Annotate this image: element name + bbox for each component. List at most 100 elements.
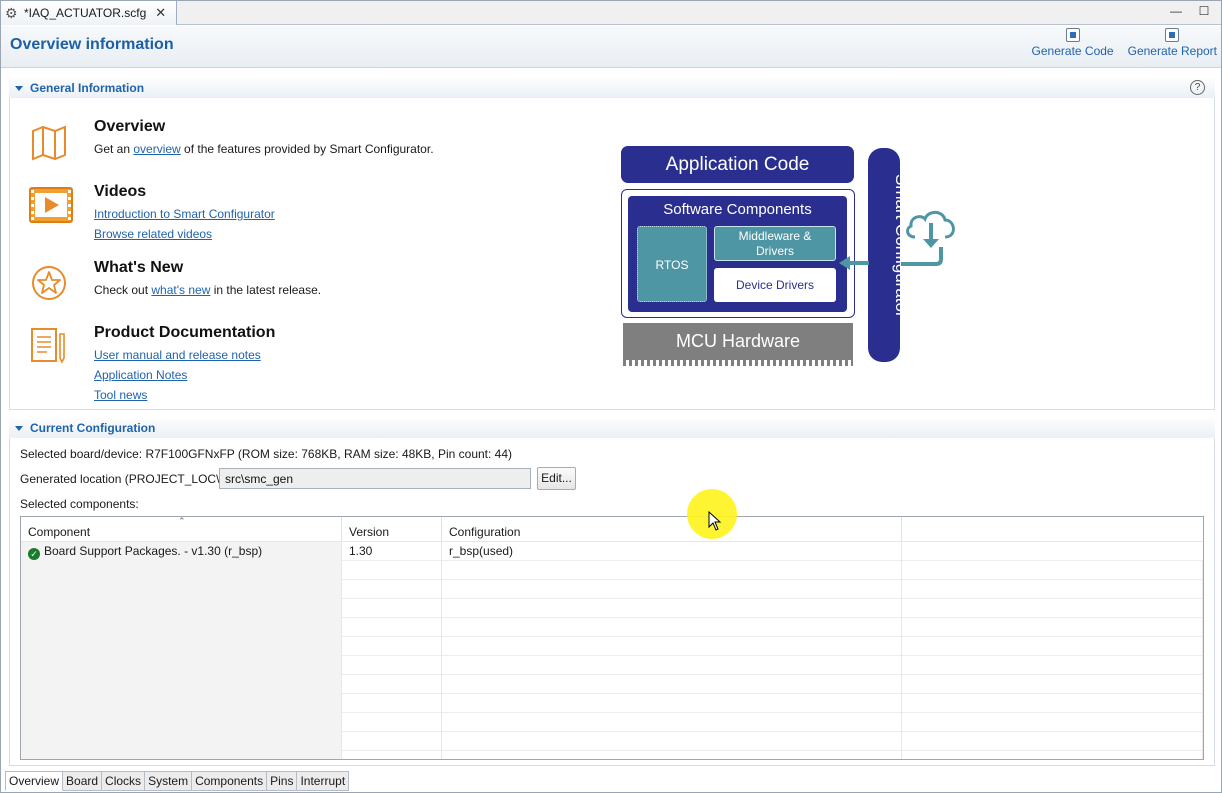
- docs-link-1-wrap: User manual and release notes: [94, 348, 261, 362]
- generate-report-button[interactable]: Generate Report: [1128, 28, 1217, 58]
- maximize-button[interactable]: ☐: [1197, 4, 1211, 18]
- empty-table-row: [21, 713, 1203, 732]
- close-icon[interactable]: ✕: [155, 5, 166, 21]
- empty-table-cell: [21, 599, 342, 618]
- device-drivers-block: Device Drivers: [714, 268, 836, 302]
- empty-table-cell: [442, 599, 902, 618]
- mcu-pins: [623, 360, 853, 366]
- empty-table-cell: [342, 694, 442, 713]
- general-information-section-header[interactable]: General Information ?: [9, 78, 1215, 98]
- editor-tab[interactable]: ⚙ *IAQ_ACTUATOR.scfg ✕: [1, 1, 177, 25]
- empty-table-cell: [342, 675, 442, 694]
- empty-table-cell: [902, 561, 1203, 580]
- generated-location-label: Generated location (PROJECT_LOC\):: [20, 472, 227, 486]
- empty-table-row: [21, 694, 1203, 713]
- configuration-cell: r_bsp(used): [442, 542, 902, 561]
- column-header-component[interactable]: Component: [21, 517, 342, 541]
- tab-overview[interactable]: Overview: [5, 771, 64, 791]
- middleware-block: Middleware & Drivers: [714, 226, 836, 261]
- column-header-version[interactable]: Version: [342, 517, 442, 541]
- mcu-hardware-block: MCU Hardware: [623, 323, 853, 360]
- generate-code-icon: [1065, 28, 1080, 42]
- collapse-triangle-icon[interactable]: [15, 85, 23, 91]
- software-components-block: Software Components RTOS Middleware & Dr…: [628, 196, 847, 312]
- empty-table-cell: [342, 656, 442, 675]
- selected-board-value: R7F100GFNxFP (ROM size: 768KB, RAM size:…: [145, 447, 513, 461]
- empty-table-cell: [902, 713, 1203, 732]
- empty-table-cell: [442, 694, 902, 713]
- empty-table-cell: [342, 751, 442, 759]
- empty-table-cell: [21, 675, 342, 694]
- column-header-configuration[interactable]: Configuration: [442, 517, 902, 541]
- generated-location-field[interactable]: src\smc_gen: [219, 468, 531, 489]
- whats-new-text-post: in the latest release.: [210, 283, 322, 297]
- whats-new-text-pre: Check out: [94, 283, 152, 297]
- empty-table-cell: [442, 618, 902, 637]
- tab-components[interactable]: Components: [192, 771, 268, 791]
- overview-link[interactable]: overview: [133, 142, 180, 156]
- empty-table-cell: [442, 637, 902, 656]
- generate-code-button[interactable]: Generate Code: [1032, 28, 1114, 58]
- tool-news-link[interactable]: Tool news: [94, 388, 147, 402]
- collapse-triangle-icon[interactable]: [15, 425, 23, 431]
- application-notes-link[interactable]: Application Notes: [94, 368, 187, 382]
- tab-board[interactable]: Board: [63, 771, 103, 791]
- tab-interrupt[interactable]: Interrupt: [297, 771, 350, 791]
- mouse-pointer-icon: [708, 511, 722, 531]
- empty-table-cell: [902, 637, 1203, 656]
- empty-table-cell: [21, 732, 342, 751]
- browse-videos-link[interactable]: Browse related videos: [94, 227, 212, 241]
- empty-table-cell: [442, 713, 902, 732]
- page-title: Overview information: [10, 36, 174, 53]
- generate-code-label: Generate Code: [1031, 44, 1114, 58]
- help-icon[interactable]: ?: [1190, 80, 1205, 95]
- empty-table-cell: [902, 732, 1203, 751]
- selected-board-line: Selected board/device: R7F100GFNxFP (ROM…: [20, 447, 512, 461]
- table-row[interactable]: ✓ Board Support Packages. - v1.30 (r_bsp)…: [21, 542, 1203, 561]
- minimize-button[interactable]: —: [1169, 4, 1183, 18]
- empty-table-cell: [902, 580, 1203, 599]
- rtos-block: RTOS: [637, 226, 707, 302]
- tab-pins[interactable]: Pins: [267, 771, 298, 791]
- components-table: ⌃ Component Version Configuration ✓ Board…: [20, 516, 1204, 760]
- middleware-label-1: Middleware &: [738, 229, 812, 243]
- empty-table-cell: [902, 694, 1203, 713]
- component-cell: ✓ Board Support Packages. - v1.30 (r_bsp): [21, 542, 342, 561]
- empty-table-cell: [342, 713, 442, 732]
- empty-table-row: [21, 751, 1203, 759]
- empty-table-cell: [902, 656, 1203, 675]
- overview-text-pre: Get an: [94, 142, 134, 156]
- intro-video-link[interactable]: Introduction to Smart Configurator: [94, 207, 275, 221]
- empty-table-cell: [21, 618, 342, 637]
- table-header: ⌃ Component Version Configuration: [21, 517, 1203, 542]
- current-configuration-section-header[interactable]: Current Configuration: [9, 418, 1215, 438]
- empty-table-row: [21, 675, 1203, 694]
- editor-tab-title: *IAQ_ACTUATOR.scfg: [24, 6, 147, 20]
- gear-icon: ⚙: [5, 5, 18, 21]
- arrow-left-icon: [839, 256, 869, 270]
- whats-new-link[interactable]: what's new: [151, 283, 210, 297]
- empty-table-row: [21, 580, 1203, 599]
- whats-new-title: What's New: [94, 259, 184, 276]
- header-actions: Generate Code Generate Report: [1032, 28, 1217, 58]
- tab-system[interactable]: System: [145, 771, 193, 791]
- overview-title: Overview: [94, 118, 166, 135]
- empty-cell: [902, 542, 1203, 561]
- product-documentation-title: Product Documentation: [94, 324, 276, 341]
- selected-board-label: Selected board/device:: [20, 447, 143, 461]
- docs-link-2-wrap: Application Notes: [94, 368, 187, 382]
- empty-table-cell: [442, 580, 902, 599]
- empty-table-cell: [21, 580, 342, 599]
- star-icon: [32, 266, 66, 300]
- smart-configurator-window: ⚙ *IAQ_ACTUATOR.scfg ✕ — ☐ Overview info…: [0, 0, 1222, 793]
- empty-table-cell: [342, 732, 442, 751]
- document-icon: [31, 328, 65, 364]
- tab-clocks[interactable]: Clocks: [102, 771, 146, 791]
- empty-table-cell: [342, 618, 442, 637]
- middleware-label-2: Drivers: [756, 244, 794, 258]
- map-icon: [32, 125, 66, 161]
- edit-location-button[interactable]: Edit...: [537, 467, 576, 490]
- empty-table-cell: [442, 656, 902, 675]
- empty-table-row: [21, 618, 1203, 637]
- user-manual-link[interactable]: User manual and release notes: [94, 348, 261, 362]
